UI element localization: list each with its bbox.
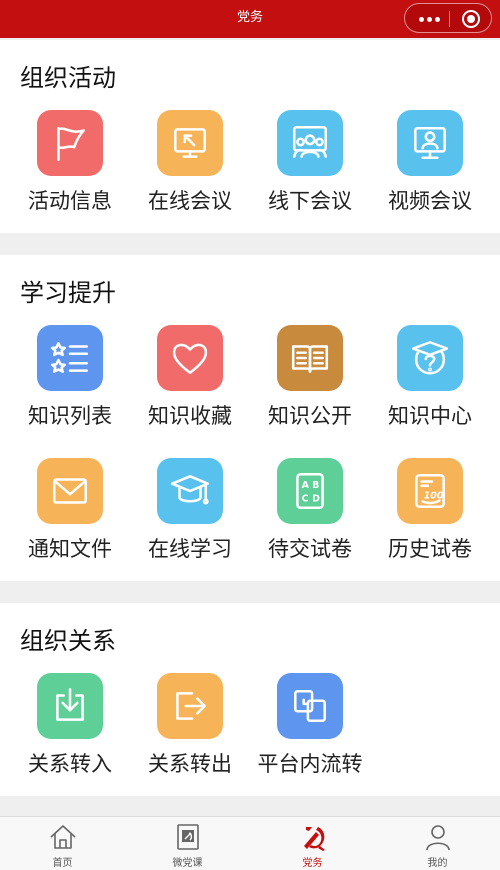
grid-item-2-1[interactable]: 关系转出 [130, 673, 250, 806]
import-icon [37, 673, 103, 739]
tab-user[interactable]: 我的 [375, 817, 500, 870]
grid-item-0-3[interactable]: 视频会议 [370, 110, 490, 243]
party-book-icon [173, 822, 203, 852]
icon-grid: 知识列表 知识收藏 知识公开 知识中心通知文件 在线学习 A B C D 待交试卷 100 历史试卷 [10, 325, 490, 591]
video-monitor-icon [397, 110, 463, 176]
grid-item-0-1[interactable]: 在线会议 [130, 110, 250, 243]
envelope-icon [37, 458, 103, 524]
home-icon [48, 822, 78, 852]
grid-item-label: 视频会议 [388, 189, 472, 213]
tab-label: 我的 [427, 858, 448, 869]
abcd-paper-icon: ABCD [277, 458, 343, 524]
bottom-tab-bar: 首页 微党课 党务 我的 [0, 816, 500, 870]
grid-item-1-6[interactable]: A B C D 待交试卷 [250, 458, 370, 591]
grid-item-label: 平台内流转 [257, 752, 363, 776]
user-icon [423, 822, 453, 852]
grid-item-1-4[interactable]: 通知文件 [10, 458, 130, 591]
grid-item-1-0[interactable]: 知识列表 [10, 325, 130, 458]
grid-item-label: 活动信息 [28, 189, 112, 213]
graduation-question-icon [397, 325, 463, 391]
party-emblem-icon [298, 822, 328, 852]
mini-program-capsule [404, 3, 492, 33]
tab-party-book[interactable]: 微党课 [125, 817, 250, 870]
tab-label: 首页 [52, 858, 73, 869]
grid-item-0-0[interactable]: 活动信息 [10, 110, 130, 243]
section-organization-relations: 组织关系 关系转入 关系转出 平台内流转 [0, 603, 500, 796]
svg-text:C: C [302, 494, 309, 505]
tab-label: 党务 [302, 858, 323, 869]
svg-text:B: B [312, 480, 319, 491]
grid-item-1-2[interactable]: 知识公开 [250, 325, 370, 458]
svg-text:D: D [312, 494, 320, 505]
section-title: 组织活动 [20, 64, 116, 92]
grid-item-label: 知识收藏 [148, 404, 232, 428]
tab-label: 微党课 [172, 858, 203, 869]
more-options-icon[interactable] [419, 17, 441, 22]
icon-grid: 关系转入 关系转出 平台内流转 [10, 673, 490, 806]
grid-item-label: 线下会议 [268, 189, 352, 213]
graduation-cap-icon [157, 458, 223, 524]
section-learning: 学习提升 知识列表 知识收藏 知识公开 知识中心通知文件 在线学习 A B C D 待交试卷 100… [0, 255, 500, 581]
section-organization-activities: 组织活动 活动信息 在线会议 线下会议 视频会议 [0, 40, 500, 233]
grid-item-label: 知识中心 [388, 404, 472, 428]
transfer-icon [277, 673, 343, 739]
scored-paper-icon: 100 [397, 458, 463, 524]
top-bar: 党务 [0, 0, 500, 38]
grid-item-label: 知识列表 [28, 404, 112, 428]
tab-home[interactable]: 首页 [0, 817, 125, 870]
grid-item-0-2[interactable]: 线下会议 [250, 110, 370, 243]
tab-party-emblem[interactable]: 党务 [250, 817, 375, 870]
capsule-divider [449, 11, 450, 27]
grid-item-label: 在线学习 [148, 537, 232, 561]
close-miniprogram-icon[interactable] [462, 10, 480, 28]
grid-item-1-3[interactable]: 知识中心 [370, 325, 490, 458]
grid-item-1-7[interactable]: 100 历史试卷 [370, 458, 490, 591]
svg-text:100: 100 [424, 490, 444, 501]
star-list-icon [37, 325, 103, 391]
flag-icon [37, 110, 103, 176]
export-icon [157, 673, 223, 739]
grid-item-label: 在线会议 [148, 189, 232, 213]
icon-grid: 活动信息 在线会议 线下会议 视频会议 [10, 110, 490, 243]
grid-item-1-5[interactable]: 在线学习 [130, 458, 250, 591]
grid-item-label: 关系转出 [148, 752, 232, 776]
grid-item-label: 知识公开 [268, 404, 352, 428]
screen-pointer-icon [157, 110, 223, 176]
grid-item-label: 历史试卷 [388, 537, 472, 561]
svg-text:A: A [302, 480, 310, 491]
section-title: 组织关系 [20, 627, 116, 655]
grid-item-2-0[interactable]: 关系转入 [10, 673, 130, 806]
grid-item-label: 待交试卷 [268, 537, 352, 561]
grid-item-label: 关系转入 [28, 752, 112, 776]
open-book-icon [277, 325, 343, 391]
heart-icon [157, 325, 223, 391]
section-title: 学习提升 [20, 279, 116, 307]
group-meeting-icon [277, 110, 343, 176]
grid-item-2-2[interactable]: 平台内流转 [250, 673, 370, 806]
grid-item-1-1[interactable]: 知识收藏 [130, 325, 250, 458]
grid-item-label: 通知文件 [28, 537, 112, 561]
